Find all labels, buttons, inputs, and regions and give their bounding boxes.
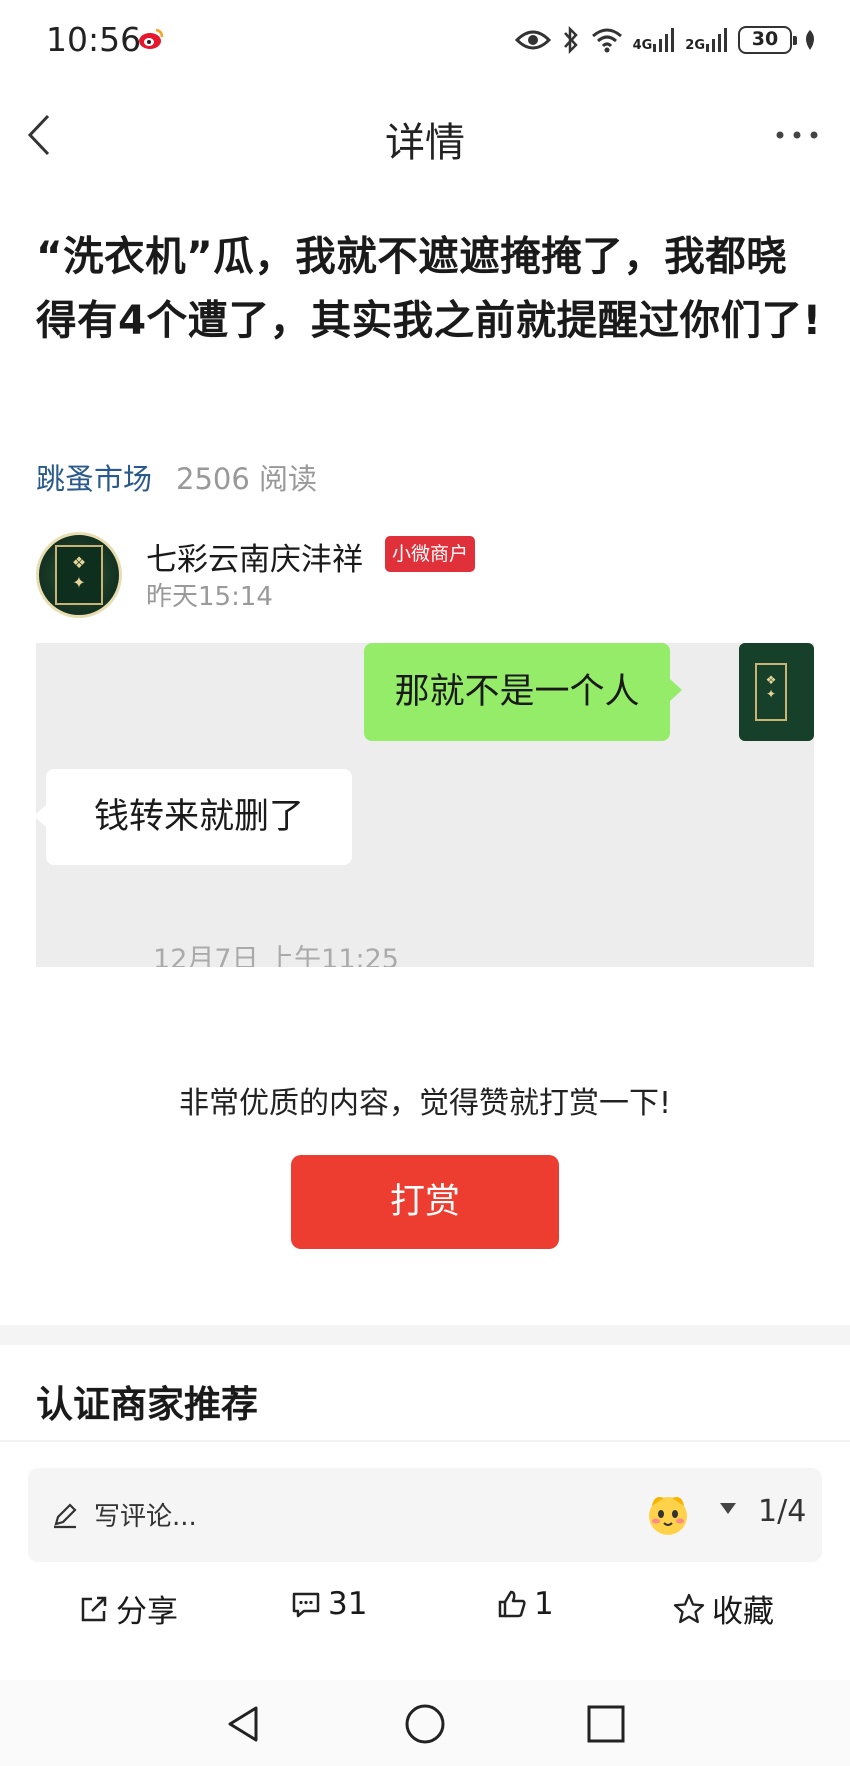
network-type-1: 4G [632, 38, 653, 53]
bluetooth-icon [563, 25, 578, 55]
comment-icon [292, 1592, 320, 1618]
chat-avatar-logo: ❖ ✦ [755, 663, 787, 721]
emoji-icon[interactable] [644, 1490, 692, 1538]
chat-bubble-sent: 那就不是一个人 [364, 643, 682, 741]
chat-screenshot-image[interactable]: 那就不是一个人 ❖ ✦ 钱转来就删了 12月7日 上午11:25 [36, 643, 814, 967]
battery-icon: 30 [738, 26, 797, 54]
reward-button[interactable]: 打赏 [291, 1155, 559, 1249]
wifi-icon [591, 28, 622, 53]
comment-input[interactable]: 写评论... 1/4 [28, 1468, 822, 1562]
leaf-icon [806, 30, 814, 50]
share-icon [81, 1596, 107, 1621]
chat-avatar: ❖ ✦ [739, 643, 814, 741]
chat-timestamp: 12月7日 上午11:25 [153, 944, 399, 967]
page-indicator: 1/4 [758, 1494, 807, 1529]
like-button[interactable]: 1 [496, 1586, 554, 1622]
avatar-logo: ❖ ✦ [55, 545, 103, 605]
read-count: 2506 阅读 [176, 462, 318, 496]
category-link[interactable]: 跳蚤市场 [36, 456, 152, 498]
more-icon[interactable] [772, 120, 822, 150]
comment-placeholder: 写评论... [94, 1502, 197, 1532]
signal-icon [706, 28, 727, 52]
author-name[interactable]: 七彩云南庆沣祥 [146, 534, 363, 579]
signal-4g: 4G [633, 28, 676, 52]
battery-level: 30 [751, 28, 779, 50]
signal-2g: 2G [685, 28, 728, 52]
merchant-badge: 小微商户 [385, 536, 476, 572]
status-time: 10:56 [46, 20, 142, 59]
system-nav-bar [0, 1680, 850, 1766]
post-time: 昨天15:14 [146, 582, 273, 612]
reward-prompt: 非常优质的内容，觉得赞就打赏一下! [178, 1086, 672, 1121]
signal-icon [653, 28, 675, 52]
pencil-icon [54, 1503, 77, 1529]
divider [0, 1440, 850, 1442]
eye-icon [514, 30, 551, 50]
favorite-button[interactable]: 收藏 [672, 1586, 774, 1631]
share-button[interactable]: 分享 [78, 1586, 178, 1631]
like-count: 1 [534, 1586, 554, 1622]
chat-bubble-received: 钱转来就删了 [36, 769, 352, 865]
nav-recents-icon[interactable] [584, 1702, 628, 1746]
article-meta: 跳蚤市场 2506 阅读 [36, 456, 317, 498]
comment-count: 31 [328, 1586, 368, 1622]
favorite-label: 收藏 [712, 1594, 774, 1630]
article-title: “洗衣机”瓜，我就不遮遮掩掩了，我都晓得有4个遭了，其实我之前就提醒过你们了! [36, 232, 822, 344]
star-icon [673, 1593, 705, 1623]
action-bar: 分享 31 1 收藏 [0, 1572, 850, 1644]
share-label: 分享 [116, 1594, 178, 1630]
nav-bar: 详情 [0, 80, 850, 190]
comment-count-button[interactable]: 31 [290, 1586, 367, 1622]
nav-back-icon[interactable] [222, 1702, 266, 1746]
status-icons: 4G 2G 30 [514, 22, 818, 58]
section-divider [0, 1325, 850, 1345]
page-title: 详情 [385, 120, 465, 166]
author-row: ❖ ✦ 七彩云南庆沣祥 小微商户 昨天15:14 [36, 532, 816, 620]
author-avatar[interactable]: ❖ ✦ [36, 532, 122, 618]
recommend-section-title: 认证商家推荐 [36, 1383, 258, 1426]
network-type-2: 2G [685, 38, 705, 53]
dropdown-triangle-icon[interactable] [718, 1498, 738, 1518]
weibo-icon [139, 28, 164, 49]
thumbs-up-icon [498, 1590, 526, 1618]
nav-home-icon[interactable] [403, 1702, 447, 1746]
status-bar: 10:56 4G 2G 30 [0, 0, 850, 80]
